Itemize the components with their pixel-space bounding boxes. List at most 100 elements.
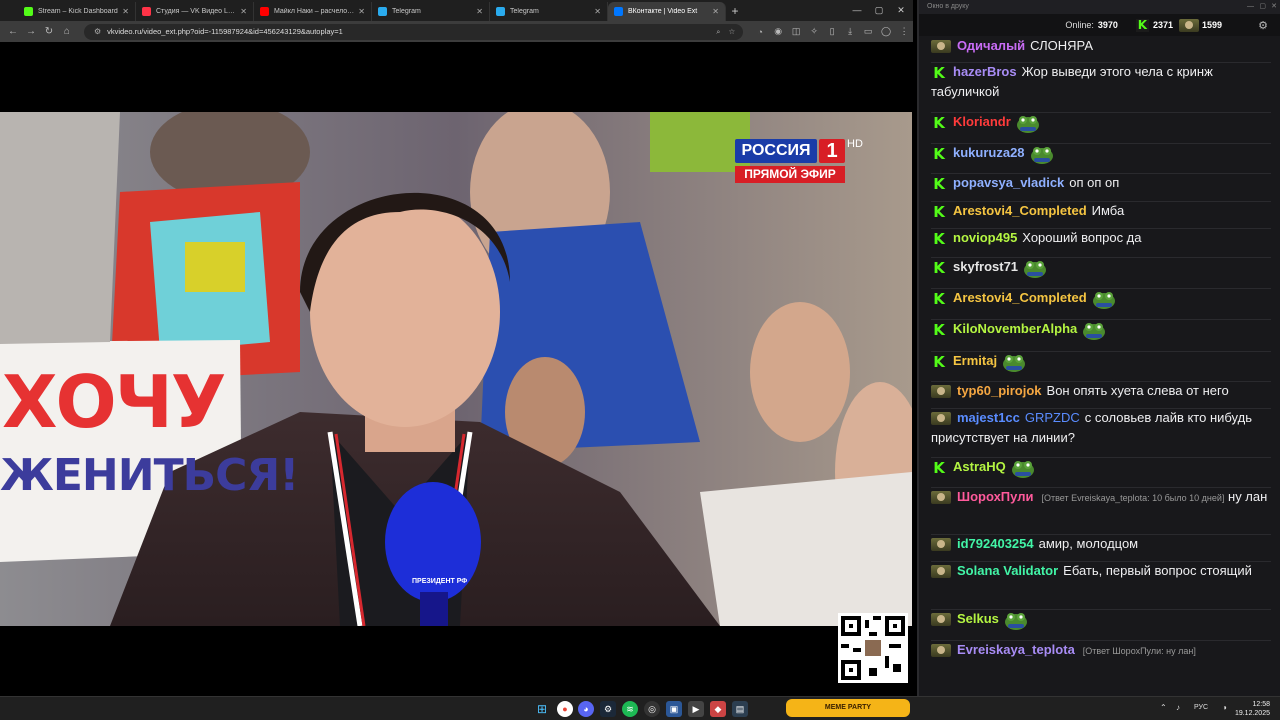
chat-message[interactable]: majest1cc GRPZDC с соловьев лайв кто нибуд…	[931, 408, 1271, 448]
maximize-button[interactable]: ▢	[868, 0, 890, 21]
download-icon[interactable]: ⤓	[841, 26, 859, 37]
split-view-icon[interactable]: ▭	[859, 26, 877, 37]
chat-message[interactable]: Одичалый СЛОНЯРА	[931, 36, 1271, 56]
extensions-puzzle-icon[interactable]: ✧	[805, 26, 823, 37]
bookmark-star-icon[interactable]: ☆	[728, 24, 735, 40]
chat-username[interactable]: Selkus	[957, 611, 999, 626]
chat-username[interactable]: ШорохПули	[957, 489, 1033, 504]
chat-message[interactable]: K Arestovi4_Completed Имба	[931, 201, 1271, 221]
browser-tab[interactable]: Telegram ✕	[372, 2, 490, 21]
chat-username[interactable]: popavsya_vladick	[953, 175, 1064, 190]
close-window-button[interactable]: ✕	[890, 0, 912, 21]
discord-icon[interactable]: ◕	[578, 701, 594, 717]
app-icon[interactable]: ▣	[666, 701, 682, 717]
chat-message[interactable]: KhazerBros Жор выведи этого чела с кринж …	[931, 62, 1271, 102]
chat-message[interactable]: ШорохПули [Ответ Evreiskaya_teplota: 10 б…	[931, 487, 1271, 508]
home-icon[interactable]: ⌂	[58, 26, 76, 37]
browser-tab[interactable]: Майкл Наки – расчеловечиваю✕	[254, 2, 372, 21]
steam-icon[interactable]: ⚙	[600, 701, 616, 717]
chat-username[interactable]: noviop495	[953, 230, 1017, 245]
extension-icon-2[interactable]: ◫	[787, 26, 805, 37]
video-player[interactable]: ХОЧУ ЖЕНИТЬСЯ! ПРЕЗИДЕНТ РФ РОССИЯ 1 HD …	[0, 112, 912, 626]
chat-username[interactable]: Kloriandr	[953, 114, 1011, 129]
minimize-button[interactable]: —	[846, 0, 868, 21]
back-icon[interactable]: ←	[4, 26, 22, 37]
chat-username[interactable]: kukuruza28	[953, 145, 1025, 160]
chat-username[interactable]: Arestovi4_Completed	[953, 203, 1087, 218]
language-indicator[interactable]: РУС	[1194, 704, 1208, 711]
chat-username[interactable]: Arestovi4_Completed	[953, 290, 1087, 305]
tab-close-icon[interactable]: ✕	[358, 7, 365, 16]
chat-username[interactable]: Ermitaj	[953, 353, 997, 368]
user-avatar-badge	[931, 613, 951, 627]
chat-mention[interactable]: GRPZDC	[1025, 410, 1080, 425]
user-avatar-badge	[931, 538, 951, 552]
microphone-icon[interactable]: ♪	[1176, 703, 1180, 712]
reload-icon[interactable]: ↻	[40, 26, 58, 37]
profile-icon[interactable]: ◯	[877, 26, 895, 37]
volume-icon[interactable]: ◑	[1222, 703, 1227, 712]
tray-chevron-icon[interactable]: ⌃	[1160, 703, 1167, 712]
chat-username[interactable]: AstraHQ	[953, 459, 1006, 474]
tab-close-icon[interactable]: ✕	[122, 7, 129, 16]
chat-message[interactable]: K KiloNovemberAlpha	[931, 319, 1271, 340]
chat-username[interactable]: Одичалый	[957, 38, 1025, 53]
chat-message[interactable]: Knoviop495 Хороший вопрос да	[931, 228, 1271, 248]
kick-badge-icon: K	[933, 175, 945, 193]
tab-close-icon[interactable]: ✕	[476, 7, 483, 16]
chat-message[interactable]: K Kloriandr	[931, 112, 1271, 133]
chat-username[interactable]: id792403254	[957, 536, 1034, 551]
system-clock[interactable]: 12:58 19.12.2025	[1235, 700, 1270, 718]
browser-tab[interactable]: Telegram ✕	[490, 2, 608, 21]
chat-message[interactable]: K AstraHQ	[931, 457, 1271, 478]
chat-username[interactable]: majest1cc	[957, 410, 1020, 425]
tab-close-icon[interactable]: ✕	[712, 7, 719, 16]
forward-icon[interactable]: →	[22, 26, 40, 37]
chat-username[interactable]: Evreiskaya_teplota	[957, 642, 1075, 657]
tab-close-icon[interactable]: ✕	[594, 7, 601, 16]
chat-message[interactable]: Kkukuruza28	[931, 143, 1271, 164]
chat-message[interactable]: K Ermitaj	[931, 351, 1271, 372]
chat-message[interactable]: Selkus	[931, 609, 1271, 630]
zoom-icon[interactable]: ⌕	[716, 24, 720, 40]
meme-party-widget[interactable]: MEME PARTY	[786, 699, 910, 717]
obs-icon[interactable]: ◎	[644, 701, 660, 717]
chat-message[interactable]: Solana Validator Ебать, первый вопрос сто…	[931, 561, 1271, 581]
spotify-icon[interactable]: ≋	[622, 701, 638, 717]
chat-minimize-button[interactable]: —	[1247, 0, 1254, 14]
chat-username[interactable]: typ60_pirojok	[957, 383, 1042, 398]
site-info-icon[interactable]: ⚙	[94, 24, 101, 40]
sidepanel-icon[interactable]: ▯	[823, 26, 841, 37]
chat-username[interactable]: hazerBros	[953, 64, 1017, 79]
explorer-icon[interactable]: ▤	[732, 701, 748, 717]
settings-gear-icon[interactable]: ⚙	[1258, 19, 1268, 32]
extension-badge-icon[interactable]: ◉	[769, 26, 787, 37]
chat-message[interactable]: id792403254 амир, молодцом	[931, 534, 1271, 554]
telegram-icon	[378, 7, 387, 16]
new-tab-button[interactable]: +	[726, 2, 744, 21]
capture-icon[interactable]: ◆	[710, 701, 726, 717]
chat-maximize-button[interactable]: ▢	[1259, 0, 1266, 14]
start-icon[interactable]: ⊞	[534, 701, 550, 717]
reply-reference[interactable]: [Ответ ШорохПули: ну лан]	[1083, 646, 1196, 656]
chat-message[interactable]: typ60_pirojok Вон опять хуета слева от не…	[931, 381, 1271, 401]
chat-username[interactable]: KiloNovemberAlpha	[953, 321, 1077, 336]
browser-tab[interactable]: Студия — VK Видео Live ✕	[136, 2, 254, 21]
tab-close-icon[interactable]: ✕	[240, 7, 247, 16]
browser-tab[interactable]: Stream – Kick Dashboard ✕	[18, 2, 136, 21]
browser-tab[interactable]: ВКонтакте | Video Ext ✕	[608, 2, 726, 21]
address-bar[interactable]: ⚙ vkvideo.ru/video_ext.php?oid=-11598792…	[83, 23, 744, 40]
media-icon[interactable]: ▶	[688, 701, 704, 717]
reply-reference[interactable]: [Ответ Evreiskaya_teplota: 10 было 10 дн…	[1041, 493, 1224, 503]
chat-message[interactable]: Evreiskaya_teplota [Ответ ШорохПули: ну л…	[931, 640, 1271, 661]
chat-message[interactable]: K Arestovi4_Completed	[931, 288, 1271, 309]
chat-message[interactable]: Kpopavsya_vladick оп оп оп	[931, 173, 1271, 193]
chrome-icon[interactable]: ●	[557, 701, 573, 717]
extension-icon[interactable]: ◔	[751, 27, 769, 37]
chat-message[interactable]: Kskyfrost71	[931, 257, 1271, 278]
chat-username[interactable]: skyfrost71	[953, 259, 1018, 274]
menu-icon[interactable]: ⋮	[895, 26, 913, 37]
chat-close-button[interactable]: ✕	[1271, 0, 1277, 14]
tab-label: ВКонтакте | Video Ext	[628, 8, 698, 15]
chat-username[interactable]: Solana Validator	[957, 563, 1058, 578]
